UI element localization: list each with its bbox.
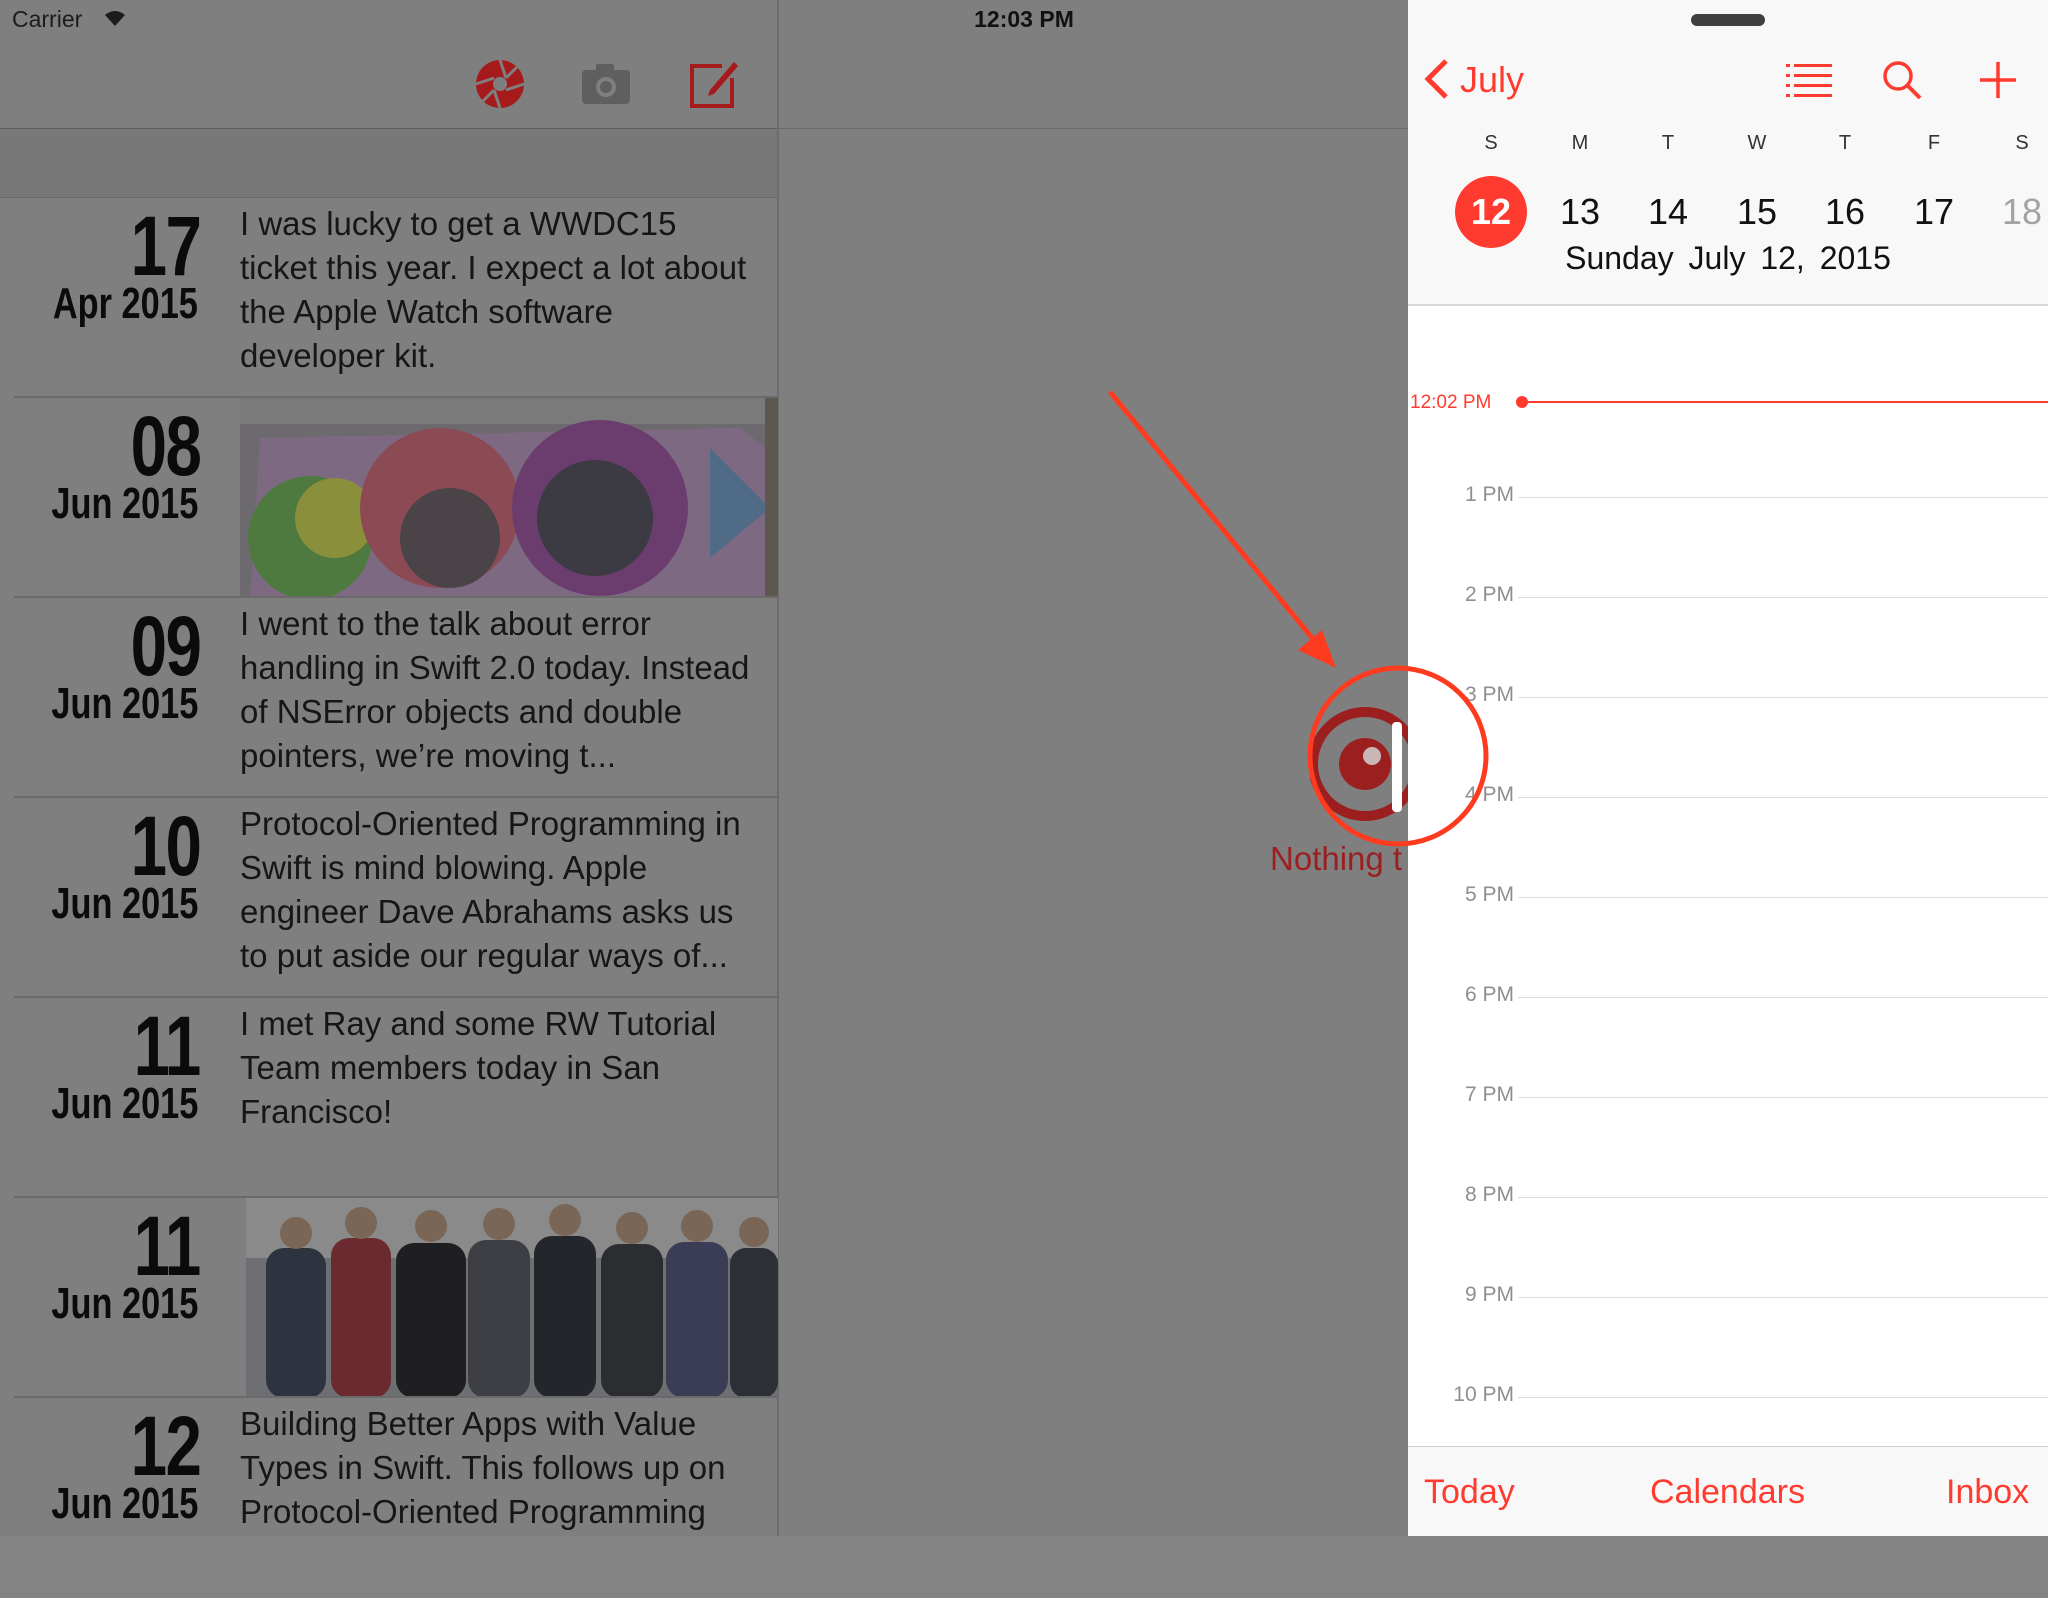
entry-month: Jun 2015 xyxy=(51,1079,198,1128)
entry-month: Jun 2015 xyxy=(51,679,198,728)
entry-month: Jun 2015 xyxy=(51,879,198,928)
journal-entry[interactable]: 08 Jun 2015 xyxy=(0,398,778,598)
journal-entry[interactable]: 11 Jun 2015 xyxy=(0,1198,778,1398)
hour-label: 9 PM xyxy=(1464,1283,1514,1306)
hour-label: 4 PM xyxy=(1464,783,1514,806)
current-time-label: 12:02 PM xyxy=(1410,392,1492,413)
entry-text: I met Ray and some RW Tutorial Team memb… xyxy=(240,1005,717,1130)
hour-row[interactable]: 5 PM xyxy=(1408,883,2048,906)
weekday-label: T xyxy=(1838,132,1852,154)
weekday-label: S xyxy=(1484,132,1498,154)
entry-month: Jun 2015 xyxy=(51,479,198,528)
calendar-header: July S M T W T F S 12 13 14 15 16 17 18 … xyxy=(1408,0,2048,306)
hour-row[interactable]: 7 PM xyxy=(1408,1083,2048,1106)
camera-icon[interactable] xyxy=(578,56,634,112)
back-month-label: July xyxy=(1460,59,1525,100)
entry-day: 11 xyxy=(133,999,202,1093)
day-cell[interactable]: 15 xyxy=(1721,176,1793,248)
journal-entry[interactable]: 11 Jun 2015 I met Ray and some RW Tutori… xyxy=(0,998,778,1198)
shutter-icon[interactable] xyxy=(472,56,528,112)
calendar-slide-over: July S M T W T F S 12 13 14 15 16 17 18 … xyxy=(1408,0,2048,1536)
calendars-button[interactable]: Calendars xyxy=(1650,1473,1805,1512)
chevron-left-icon xyxy=(1424,59,1448,99)
day-cell[interactable]: 14 xyxy=(1632,176,1704,248)
selected-date-title: Sunday July 12, 2015 xyxy=(1565,240,1891,276)
hour-row[interactable]: 8 PM xyxy=(1408,1183,2048,1206)
inbox-button[interactable]: Inbox xyxy=(1946,1473,2029,1512)
hour-label: 6 PM xyxy=(1464,983,1514,1006)
empty-state-label: Nothing t xyxy=(1270,840,1403,877)
journal-entry[interactable]: 09 Jun 2015 I went to the talk about err… xyxy=(0,598,778,798)
list-view-icon[interactable] xyxy=(1786,62,1832,103)
current-time-line xyxy=(1522,401,2048,403)
journal-app: 17 Apr 2015 I was lucky to get a WWDC15 … xyxy=(0,0,1422,1536)
entry-month: Jun 2015 xyxy=(51,1479,198,1528)
add-event-icon[interactable] xyxy=(1978,60,2018,105)
entry-month: Apr 2015 xyxy=(53,279,198,328)
entry-text: I went to the talk about error handling … xyxy=(240,605,750,774)
entry-month: Jun 2015 xyxy=(51,1279,198,1328)
day-cell[interactable]: 17 xyxy=(1898,176,1970,248)
hour-row[interactable]: 9 PM xyxy=(1408,1283,2048,1306)
weekday-label: F xyxy=(1927,132,1941,154)
day-cell[interactable]: 16 xyxy=(1809,176,1881,248)
weekday-label: M xyxy=(1571,132,1589,154)
entry-text: Protocol-Oriented Programming in Swift i… xyxy=(240,805,741,974)
weekday-label: T xyxy=(1661,132,1675,154)
journal-entry[interactable]: 10 Jun 2015 Protocol-Oriented Programmin… xyxy=(0,798,778,998)
entry-day: 10 xyxy=(130,799,201,893)
hour-label: 5 PM xyxy=(1464,883,1514,906)
group-photo xyxy=(246,1198,778,1398)
hour-label: 8 PM xyxy=(1464,1183,1514,1206)
entry-text: Building Better Apps with Value Types in… xyxy=(240,1405,726,1530)
compose-icon[interactable] xyxy=(686,56,742,112)
journal-entry[interactable]: 17 Apr 2015 I was lucky to get a WWDC15 … xyxy=(0,198,778,398)
today-button[interactable]: Today xyxy=(1424,1473,1515,1512)
detail-nav-divider xyxy=(779,128,1408,129)
entry-day: 09 xyxy=(130,599,201,693)
empty-state-icon xyxy=(1308,702,1422,837)
back-to-month-button[interactable]: July xyxy=(1422,58,1524,101)
hour-row[interactable]: 2 PM xyxy=(1408,583,2048,606)
entry-day: 17 xyxy=(130,199,201,293)
day-cell-selected[interactable]: 12 xyxy=(1455,176,1527,248)
journal-entry[interactable]: 12 Jun 2015 Building Better Apps with Va… xyxy=(0,1398,778,1598)
hour-label: 3 PM xyxy=(1464,683,1514,706)
calendar-toolbar: Today Calendars Inbox xyxy=(1408,1446,2048,1536)
slide-over-grabber[interactable] xyxy=(1691,14,1765,26)
hour-row[interactable]: 3 PM xyxy=(1408,683,2048,706)
hour-label: 10 PM xyxy=(1453,1383,1514,1406)
wwdc-banner-photo xyxy=(240,398,778,598)
entry-day: 11 xyxy=(133,1199,202,1293)
hour-label: 1 PM xyxy=(1464,483,1514,506)
search-icon[interactable] xyxy=(1882,60,1922,105)
hour-row[interactable]: 1 PM xyxy=(1408,483,2048,506)
day-cell[interactable]: 18 xyxy=(1986,176,2048,248)
weekday-label: W xyxy=(1747,132,1767,154)
hour-label: 2 PM xyxy=(1464,583,1514,606)
journal-header-bar xyxy=(0,129,778,198)
hour-row[interactable]: 6 PM xyxy=(1408,983,2048,1006)
hour-label: 7 PM xyxy=(1464,1083,1514,1106)
entry-day: 08 xyxy=(130,399,201,493)
weekday-label: S xyxy=(2015,132,2029,154)
day-cell[interactable]: 13 xyxy=(1544,176,1616,248)
entry-text: I was lucky to get a WWDC15 ticket this … xyxy=(240,205,747,374)
hour-row[interactable]: 10 PM xyxy=(1408,1383,2048,1406)
hour-row[interactable]: 4 PM xyxy=(1408,783,2048,806)
entry-day: 12 xyxy=(130,1399,201,1493)
